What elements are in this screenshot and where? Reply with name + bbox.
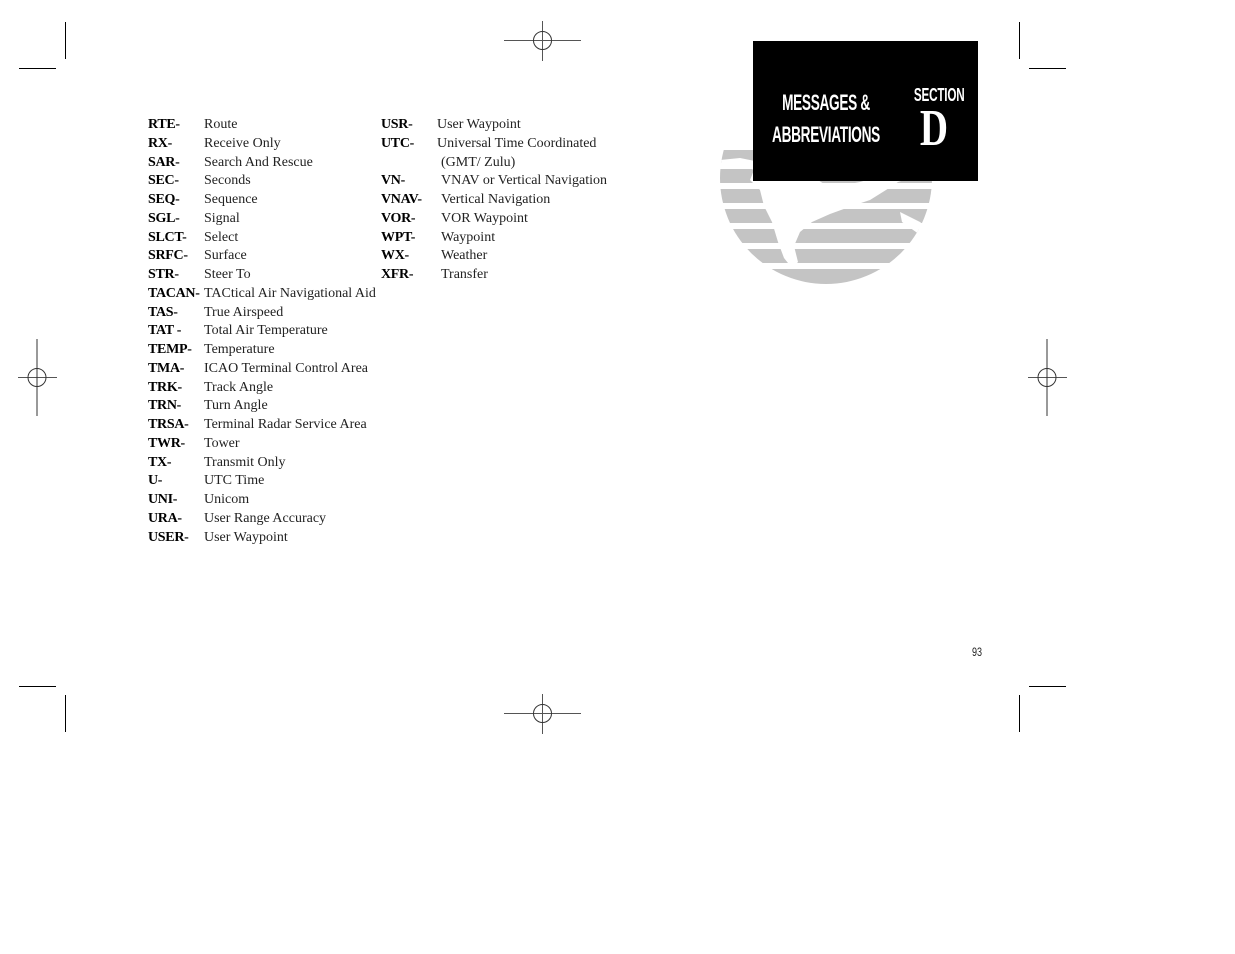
abbreviation-term: TRK- (148, 379, 182, 395)
abbreviation-term: STR- (148, 267, 179, 282)
abbreviation-definition: VOR Waypoint (441, 210, 528, 226)
abbreviation-term: RTE- (148, 117, 180, 132)
section-letter: D (919, 100, 949, 157)
abbreviation-term: TRSA- (148, 417, 189, 432)
abbreviation-definition: ICAO Terminal Control Area (204, 360, 369, 376)
abbreviation-term: VNAV- (381, 192, 422, 207)
abbreviation-definition: Weather (441, 248, 488, 264)
abbreviation-definition: Universal Time Coordinated (GMT/ Zulu) (437, 135, 596, 173)
abbreviation-term: UNI- (148, 492, 178, 507)
abbreviation-definition: Tower (204, 435, 240, 451)
abbreviation-term: SEQ- (148, 192, 180, 207)
abbreviation-definition: Turn Angle (204, 398, 268, 414)
abbreviation-definition: Terminal Radar Service Area (204, 417, 367, 432)
page-number: 93 (972, 645, 983, 659)
abbreviation-definition: Transmit Only (204, 454, 286, 470)
abbreviation-term: TRN- (148, 398, 182, 414)
abbreviation-term: SAR- (148, 154, 180, 170)
abbreviation-term: USR- (381, 117, 413, 132)
abbreviation-term: TMA- (148, 360, 185, 376)
abbreviation-definition: Receive Only (204, 135, 281, 151)
registration-mark-top-center (504, 21, 581, 61)
abbreviation-definition: True Airspeed (204, 304, 284, 320)
abbreviation-term: VOR- (381, 210, 416, 226)
abbreviation-definition: Transfer (441, 267, 488, 282)
abbreviation-definition-line-1: Universal Time Coordinated (437, 135, 597, 151)
abbreviation-definition: Track Angle (204, 379, 274, 395)
abbreviation-definition: VNAV or Vertical Navigation (441, 173, 608, 189)
abbreviation-term: TEMP- (148, 342, 192, 357)
registration-mark-bottom-center (504, 694, 581, 734)
abbreviation-definition: Unicom (204, 492, 250, 507)
abbreviation-term: SEC- (148, 173, 179, 189)
abbreviation-definition: User Waypoint (437, 117, 521, 132)
abbreviation-term: TAT - (148, 323, 182, 339)
crop-mark-top-right-horizontal (1029, 68, 1066, 69)
abbreviation-term: TACAN- (148, 285, 200, 301)
crop-mark-top-right-vertical (1019, 22, 1020, 59)
abbreviation-term: WPT- (381, 229, 416, 245)
abbreviation-definition: Signal (204, 210, 240, 226)
section-title-line-2: ABBREVIATIONS (772, 122, 880, 147)
abbreviation-term: WX- (381, 248, 409, 264)
section-title: MESSAGES & ABBREVIATIONS (772, 87, 880, 151)
abbreviation-definition: Total Air Temperature (204, 323, 328, 339)
abbreviation-term: USER- (148, 529, 189, 545)
abbreviation-definition: Surface (204, 248, 247, 264)
abbreviation-term: SLCT- (148, 229, 187, 245)
abbreviation-definition: User Range Accuracy (204, 510, 327, 526)
abbreviation-definition: Steer To (204, 267, 251, 282)
abbreviation-definition: Sequence (204, 192, 258, 207)
registration-mark-right-middle (1028, 339, 1067, 416)
crop-mark-bottom-right-horizontal (1029, 686, 1066, 687)
abbreviation-definition: UTC Time (204, 473, 265, 489)
abbreviation-definition: Select (204, 229, 239, 245)
abbreviation-definition: Search And Rescue (204, 154, 313, 170)
abbreviation-term: TWR- (148, 435, 185, 451)
abbreviation-definition: TACtical Air Navigational Aid (204, 285, 376, 301)
abbreviation-term: TX- (148, 454, 172, 470)
crop-mark-top-left-vertical (65, 22, 66, 59)
abbreviation-term: TAS- (148, 304, 178, 320)
abbreviation-term: XFR- (381, 267, 414, 282)
abbreviation-definition: Route (204, 117, 238, 132)
registration-mark-left-middle (18, 339, 57, 416)
abbreviation-definition: Vertical Navigation (441, 192, 551, 207)
abbreviation-term: SRFC- (148, 248, 188, 264)
section-title-line-1: MESSAGES & (782, 90, 870, 115)
abbreviation-term: URA- (148, 510, 182, 526)
abbreviation-definition: User Waypoint (204, 529, 288, 545)
section-header: MESSAGES & ABBREVIATIONS SECTION D (753, 41, 978, 181)
abbreviation-definition: Temperature (204, 342, 275, 357)
abbreviation-definition: Waypoint (441, 229, 496, 245)
abbreviation-term: VN- (381, 173, 405, 189)
abbreviation-term: RX- (148, 135, 172, 151)
abbreviation-definition: Seconds (204, 173, 251, 189)
crop-mark-bottom-left-horizontal (19, 686, 56, 687)
abbreviation-term: SGL- (148, 210, 180, 226)
abbreviation-term: U- (148, 473, 163, 489)
abbreviation-definition-line-2: (GMT/ Zulu) (441, 154, 516, 170)
abbreviation-term: UTC- (381, 135, 415, 151)
crop-mark-top-left-horizontal (19, 68, 56, 69)
crop-mark-bottom-left-vertical (65, 695, 66, 732)
crop-mark-bottom-right-vertical (1019, 695, 1020, 732)
